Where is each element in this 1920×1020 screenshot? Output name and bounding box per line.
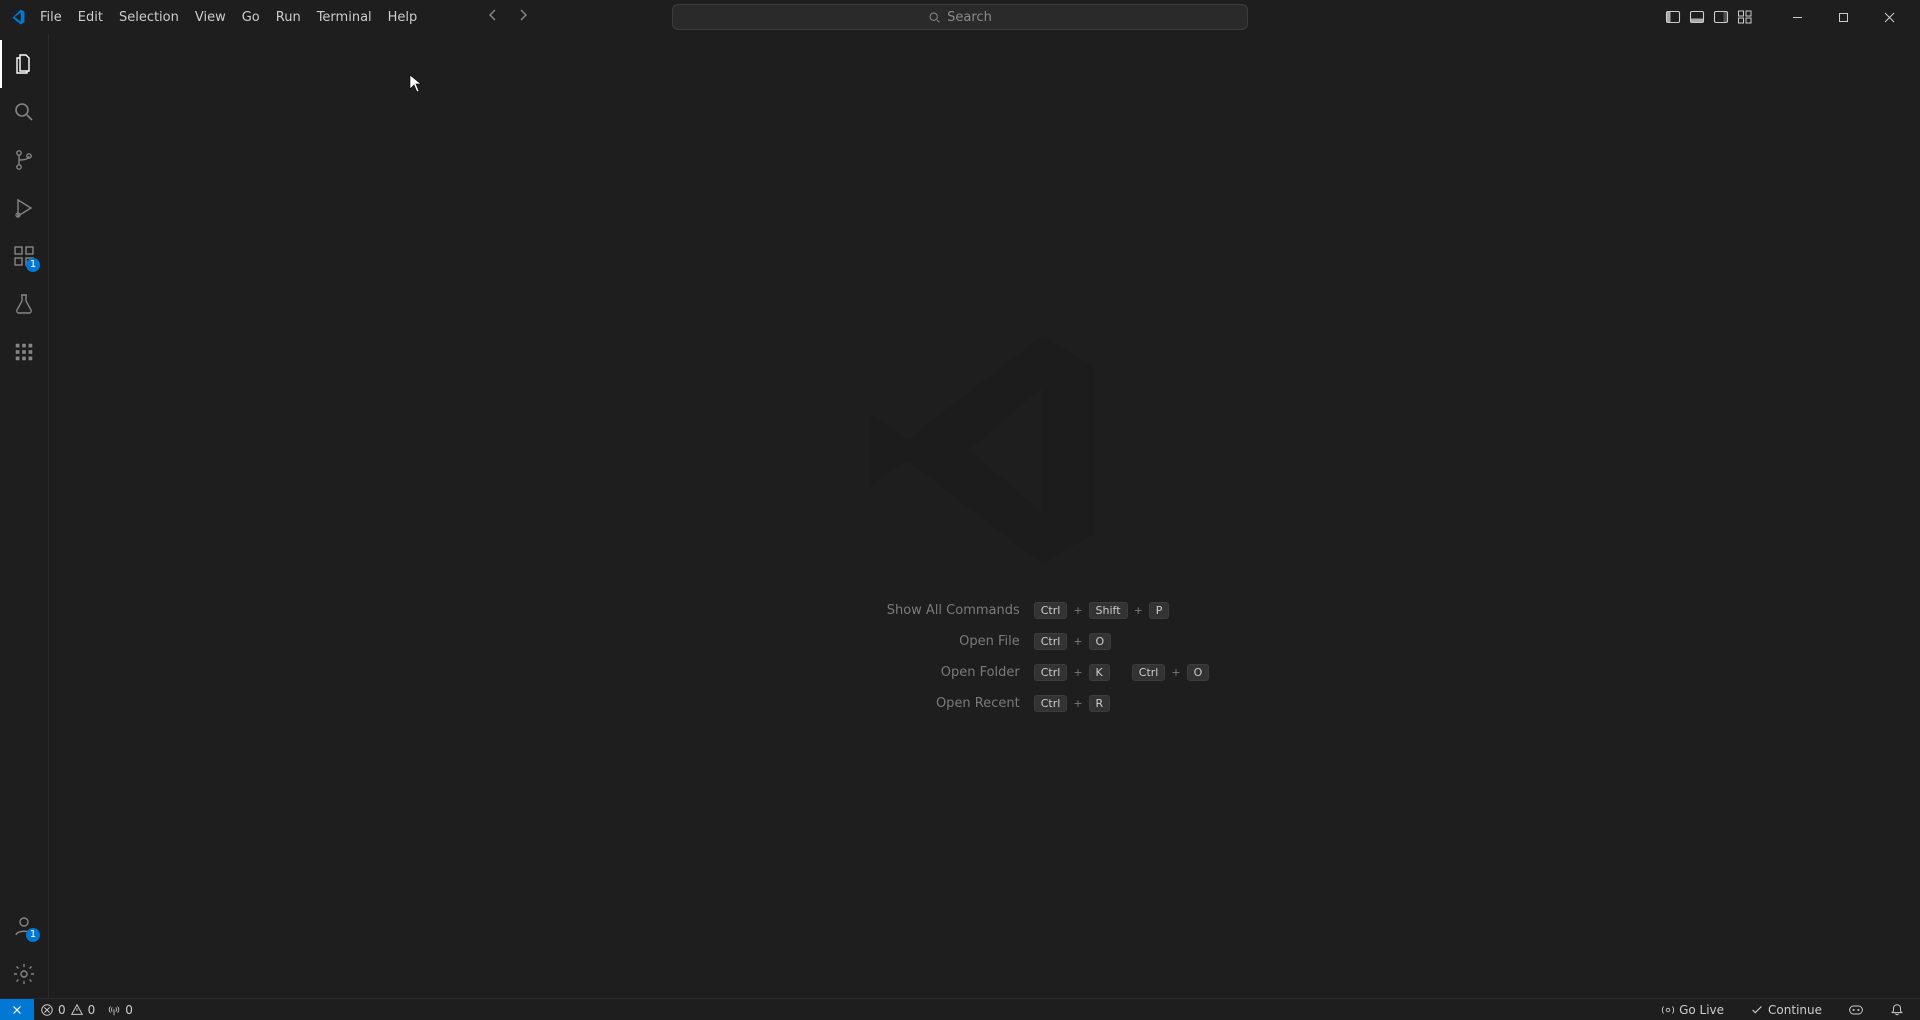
key: K xyxy=(1089,664,1110,681)
command-center[interactable]: Search xyxy=(672,4,1248,30)
remote-button[interactable] xyxy=(0,999,34,1020)
menu-help[interactable]: Help xyxy=(380,6,426,29)
hint-keys: Ctrl + R xyxy=(1034,695,1110,712)
activity-settings[interactable] xyxy=(0,950,48,998)
activity-extensions[interactable]: 1 xyxy=(0,232,48,280)
key: Ctrl xyxy=(1034,602,1068,619)
mouse-cursor-icon xyxy=(409,74,423,94)
activity-run-debug[interactable] xyxy=(0,184,48,232)
menu-edit[interactable]: Edit xyxy=(70,6,111,29)
extensions-badge: 1 xyxy=(26,258,40,272)
plus-icon: + xyxy=(1073,697,1082,710)
activity-bar: 1 1 xyxy=(0,34,48,998)
plus-icon: + xyxy=(1171,666,1180,679)
ports-count: 0 xyxy=(125,1003,133,1017)
error-count: 0 xyxy=(58,1003,66,1017)
bell-icon xyxy=(1890,1003,1904,1017)
hint-keys: Ctrl + Shift + P xyxy=(1034,602,1170,619)
branch-icon xyxy=(12,148,36,172)
antenna-icon xyxy=(107,1003,121,1017)
minimize-button[interactable] xyxy=(1774,0,1820,34)
hint-open-recent: Open Recent Ctrl + R xyxy=(760,695,1209,712)
activity-explorer[interactable] xyxy=(0,40,48,88)
vscode-logo-icon xyxy=(8,8,26,26)
key: R xyxy=(1089,695,1111,712)
key: Ctrl xyxy=(1034,695,1068,712)
key: P xyxy=(1149,602,1170,619)
plus-icon: + xyxy=(1073,604,1082,617)
check-icon xyxy=(1750,1003,1764,1017)
menu-selection[interactable]: Selection xyxy=(111,6,187,29)
hint-label: Open Folder xyxy=(760,665,1020,680)
plus-icon: + xyxy=(1073,635,1082,648)
status-go-live[interactable]: Go Live xyxy=(1655,999,1730,1020)
toggle-primary-sidebar-icon[interactable] xyxy=(1664,8,1682,26)
title-bar: File Edit Selection View Go Run Terminal… xyxy=(0,0,1920,34)
window-controls xyxy=(1774,0,1912,34)
hint-open-file: Open File Ctrl + O xyxy=(760,633,1209,650)
broadcast-icon xyxy=(1661,1003,1675,1017)
hint-keys: Ctrl + K Ctrl + O xyxy=(1034,664,1209,681)
activity-search[interactable] xyxy=(0,88,48,136)
accounts-badge: 1 xyxy=(26,928,40,942)
activity-source-control[interactable] xyxy=(0,136,48,184)
key: O xyxy=(1187,664,1210,681)
layout-buttons xyxy=(1664,8,1754,26)
hint-open-folder: Open Folder Ctrl + K Ctrl + O xyxy=(760,664,1209,681)
debug-icon xyxy=(12,196,36,220)
status-continue[interactable]: Continue xyxy=(1744,999,1828,1020)
key: Ctrl xyxy=(1034,633,1068,650)
key: Ctrl xyxy=(1034,664,1068,681)
toggle-panel-icon[interactable] xyxy=(1688,8,1706,26)
menu-file[interactable]: File xyxy=(32,6,70,29)
go-live-label: Go Live xyxy=(1679,1003,1724,1017)
nav-buttons xyxy=(485,7,531,27)
gear-icon xyxy=(12,962,36,986)
status-notifications[interactable] xyxy=(1884,999,1910,1020)
key: Ctrl xyxy=(1132,664,1166,681)
maximize-button[interactable] xyxy=(1820,0,1866,34)
menu-run[interactable]: Run xyxy=(268,6,309,29)
key: Shift xyxy=(1089,602,1128,619)
menu-go[interactable]: Go xyxy=(234,6,268,29)
hint-keys: Ctrl + O xyxy=(1034,633,1111,650)
status-problems[interactable]: 0 0 xyxy=(34,999,101,1020)
plus-icon: + xyxy=(1134,604,1143,617)
editor-area: Show All Commands Ctrl + Shift + P Open … xyxy=(48,34,1920,998)
hint-label: Open Recent xyxy=(760,696,1020,711)
vscode-watermark-icon xyxy=(855,320,1115,584)
hint-label: Open File xyxy=(760,634,1020,649)
menu-view[interactable]: View xyxy=(187,6,234,29)
remote-icon xyxy=(10,1003,24,1017)
hint-label: Show All Commands xyxy=(760,603,1020,618)
continue-label: Continue xyxy=(1768,1003,1822,1017)
plus-icon: + xyxy=(1073,666,1082,679)
files-icon xyxy=(12,52,36,76)
toggle-secondary-sidebar-icon[interactable] xyxy=(1712,8,1730,26)
customize-layout-icon[interactable] xyxy=(1736,8,1754,26)
search-placeholder: Search xyxy=(947,10,992,25)
status-copilot[interactable] xyxy=(1842,999,1870,1020)
error-icon xyxy=(40,1003,54,1017)
activity-extra[interactable] xyxy=(0,328,48,376)
warning-count: 0 xyxy=(88,1003,96,1017)
key: O xyxy=(1089,633,1112,650)
grid-icon xyxy=(13,341,35,363)
hint-show-all-commands: Show All Commands Ctrl + Shift + P xyxy=(760,602,1209,619)
copilot-icon xyxy=(1848,1003,1864,1017)
activity-testing[interactable] xyxy=(0,280,48,328)
beaker-icon xyxy=(12,292,36,316)
menu-bar: File Edit Selection View Go Run Terminal… xyxy=(32,6,425,29)
welcome-hints: Show All Commands Ctrl + Shift + P Open … xyxy=(760,602,1209,712)
nav-back-icon[interactable] xyxy=(485,7,501,27)
search-icon xyxy=(928,11,941,24)
warning-icon xyxy=(70,1003,84,1017)
status-ports[interactable]: 0 xyxy=(101,999,139,1020)
search-icon xyxy=(12,100,36,124)
nav-forward-icon[interactable] xyxy=(515,7,531,27)
menu-terminal[interactable]: Terminal xyxy=(309,6,380,29)
activity-accounts[interactable]: 1 xyxy=(0,902,48,950)
close-button[interactable] xyxy=(1866,0,1912,34)
status-bar: 0 0 0 Go Live Continue xyxy=(0,998,1920,1020)
